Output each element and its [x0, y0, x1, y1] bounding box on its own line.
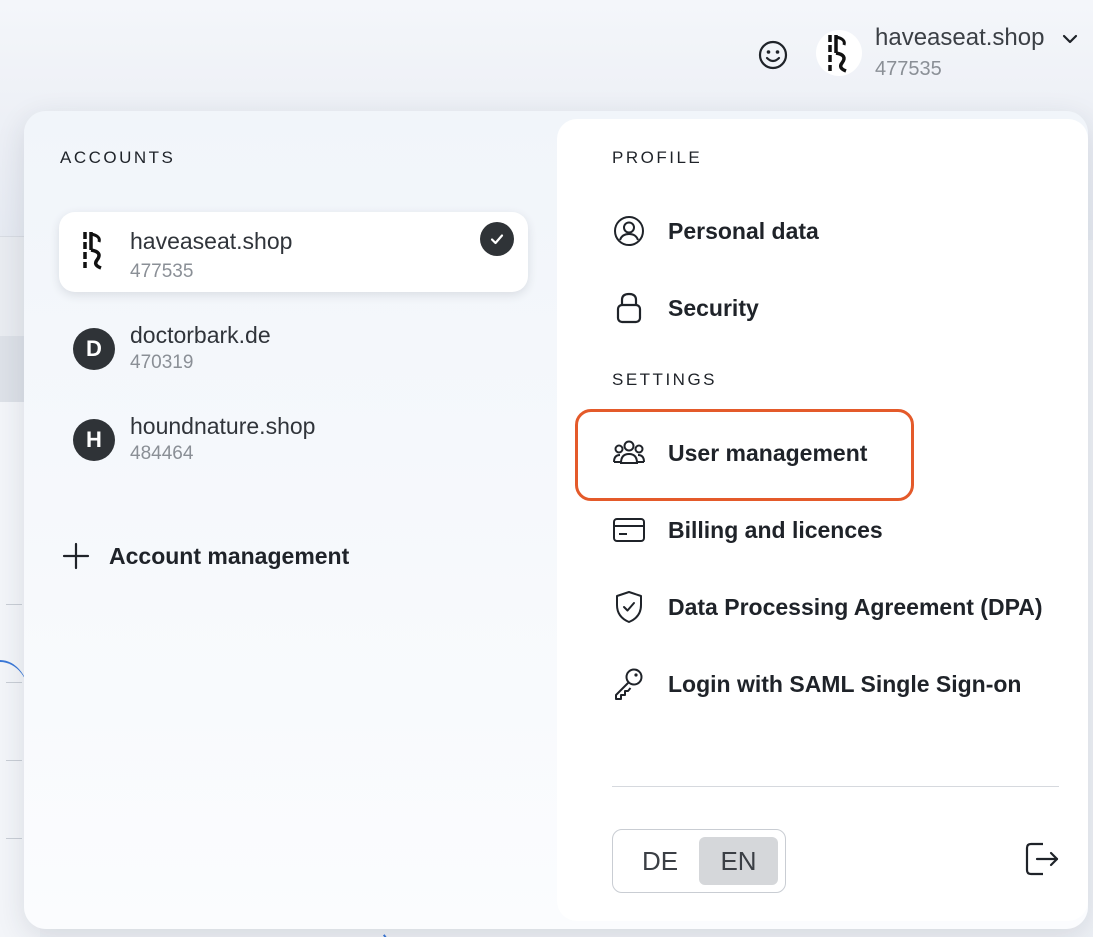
chevron-down-icon[interactable]: [1059, 28, 1081, 50]
feedback-smiley-icon[interactable]: [756, 38, 790, 72]
menu-item-label: Personal data: [668, 217, 819, 244]
menu-item-user-management[interactable]: User management: [612, 431, 867, 475]
language-option-de[interactable]: DE: [623, 837, 697, 885]
account-name: doctorbark.de: [130, 322, 271, 348]
account-id: 477535: [130, 261, 194, 282]
language-option-en[interactable]: EN: [699, 837, 778, 885]
menu-item-personal-data[interactable]: Personal data: [612, 209, 819, 253]
background-chart-gridline: [6, 604, 22, 605]
plus-icon: [62, 542, 90, 570]
shield-check-icon: [612, 590, 646, 624]
key-icon: [612, 667, 646, 701]
haveaseat-logo-icon: [83, 232, 102, 270]
header-account-id: 477535: [875, 58, 942, 80]
menu-item-billing[interactable]: Billing and licences: [612, 508, 883, 552]
account-name: houndnature.shop: [130, 413, 316, 439]
credit-card-icon: [612, 513, 646, 547]
menu-item-label: User management: [668, 439, 868, 466]
logout-icon[interactable]: [1023, 840, 1061, 878]
account-avatar[interactable]: [816, 30, 862, 76]
account-avatar: D: [73, 328, 115, 370]
account-item-doctorbark[interactable]: D doctorbark.de 470319: [59, 308, 528, 388]
account-id: 484464: [130, 443, 194, 464]
menu-item-security[interactable]: Security: [612, 286, 759, 330]
background-chart-gridline: [6, 760, 22, 761]
menu-item-label: Data Processing Agreement (DPA): [668, 593, 1043, 620]
language-toggle: DE EN: [612, 829, 786, 893]
settings-heading: SETTINGS: [612, 370, 718, 389]
divider: [612, 786, 1059, 787]
users-group-icon: [612, 436, 646, 470]
account-management-button[interactable]: Account management: [62, 536, 349, 576]
menu-item-label: Security: [668, 294, 759, 321]
account-item-haveaseat[interactable]: haveaseat.shop 477535: [59, 212, 528, 292]
account-item-houndnature[interactable]: H houndnature.shop 484464: [59, 399, 528, 479]
header-account-name[interactable]: haveaseat.shop: [875, 24, 1044, 52]
accounts-heading: ACCOUNTS: [60, 148, 176, 167]
menu-item-label: Billing and licences: [668, 516, 883, 543]
background-chart-gridline: [6, 838, 22, 839]
account-avatar: H: [73, 419, 115, 461]
selected-check-icon: [480, 222, 514, 256]
account-management-label: Account management: [109, 542, 350, 569]
account-avatar: [73, 229, 115, 271]
lock-icon: [612, 291, 646, 325]
user-circle-icon: [612, 214, 646, 248]
account-id: 470319: [130, 352, 194, 373]
menu-item-label: Login with SAML Single Sign-on: [668, 670, 1022, 697]
menu-item-saml-sso[interactable]: Login with SAML Single Sign-on: [612, 662, 1021, 706]
menu-item-dpa[interactable]: Data Processing Agreement (DPA): [612, 585, 1042, 629]
profile-heading: PROFILE: [612, 148, 703, 167]
account-name: haveaseat.shop: [130, 228, 293, 254]
haveaseat-logo-icon: [828, 35, 847, 73]
